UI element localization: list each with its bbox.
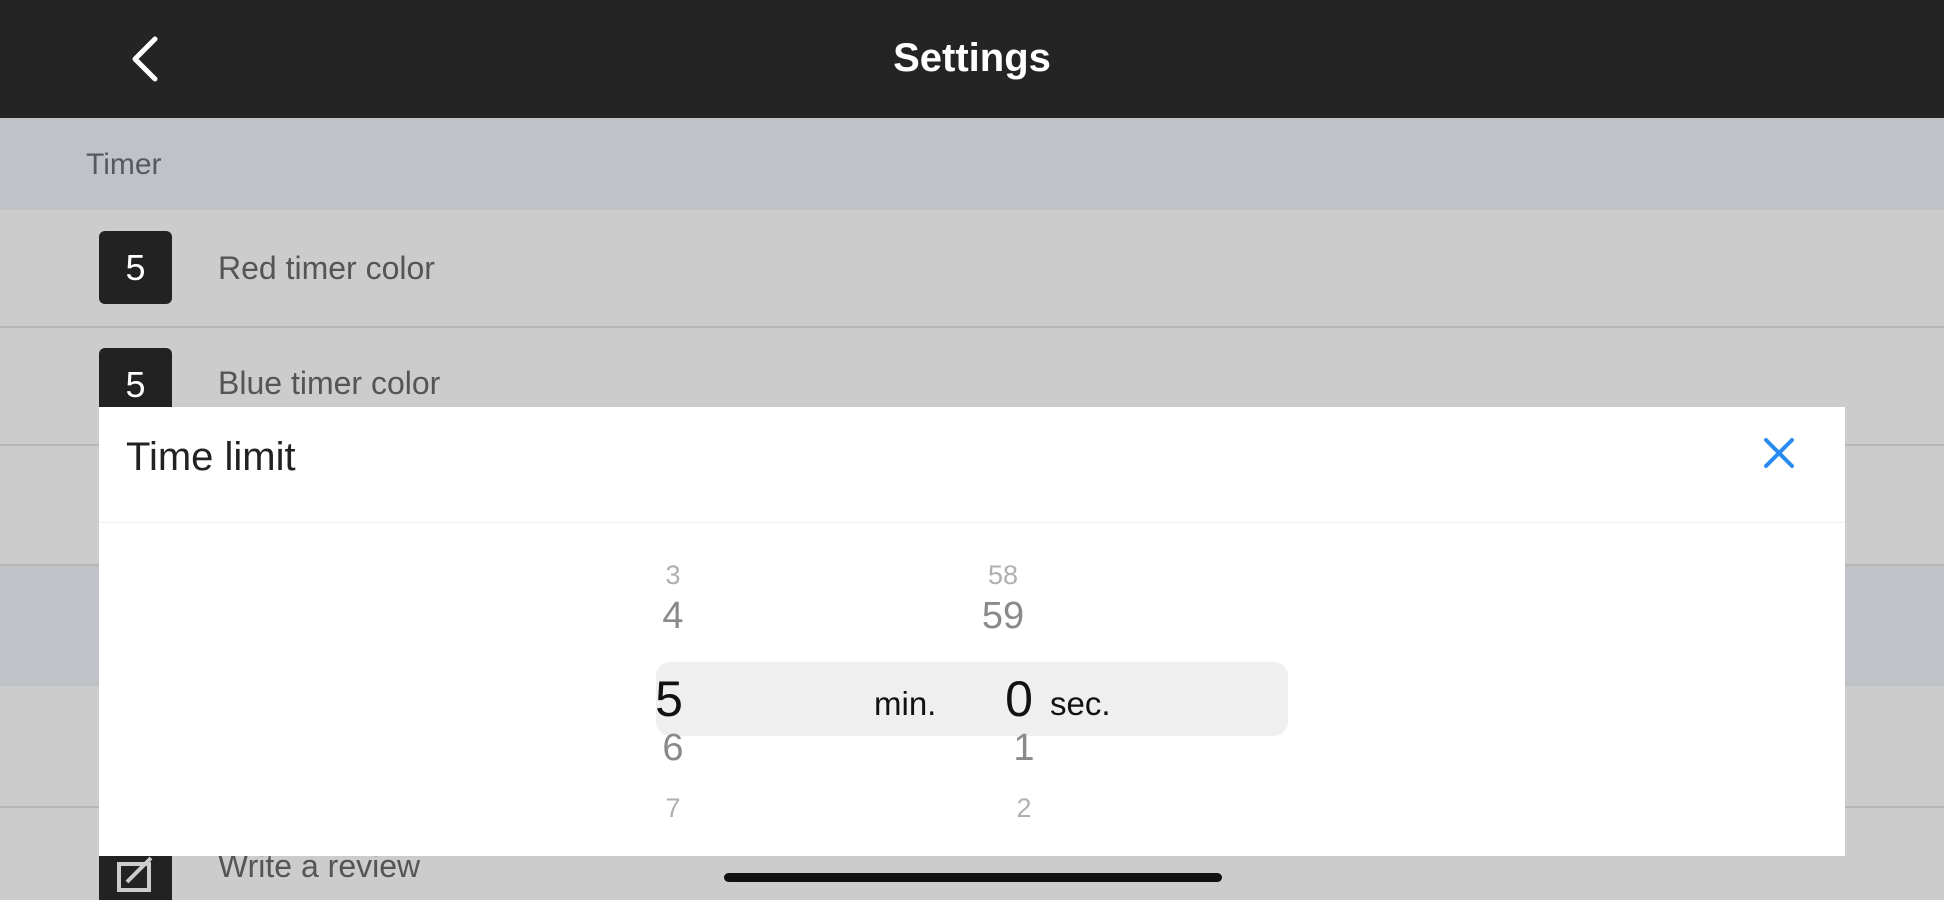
picker-selection-band [656,662,1288,736]
minutes-unit: min. [874,685,937,722]
seconds-option[interactable]: 58 [959,562,1047,589]
close-icon [1764,438,1794,468]
seconds-option[interactable]: 2 [999,795,1049,822]
section-header-timer: Timer [0,118,1944,210]
settings-row-red-timer[interactable]: 5 Red timer color [0,210,1944,328]
close-button[interactable] [1757,431,1801,475]
red-timer-label: Red timer color [218,250,435,286]
minutes-option[interactable]: 7 [643,795,703,822]
dialog-title: Time limit [126,435,296,479]
blue-timer-label: Blue timer color [218,365,441,401]
minutes-option[interactable]: 6 [643,729,703,767]
seconds-selected[interactable]: 0 [994,674,1044,724]
red-timer-badge: 5 [99,231,172,304]
seconds-option[interactable]: 59 [959,597,1047,635]
dialog-header: Time limit [99,407,1845,523]
minutes-option[interactable]: 3 [643,562,703,589]
time-limit-dialog: Time limit 3 4 5 min. 6 7 58 59 0 sec. 1… [99,407,1845,856]
home-indicator[interactable] [724,873,1222,882]
seconds-option[interactable]: 1 [999,729,1049,767]
seconds-unit: sec. [1050,685,1111,722]
section-label: Timer [86,148,162,181]
page-title: Settings [893,36,1051,80]
minutes-selected[interactable]: 5 [639,674,699,724]
minutes-option[interactable]: 4 [643,597,703,635]
navigation-bar: Settings [0,0,1944,118]
